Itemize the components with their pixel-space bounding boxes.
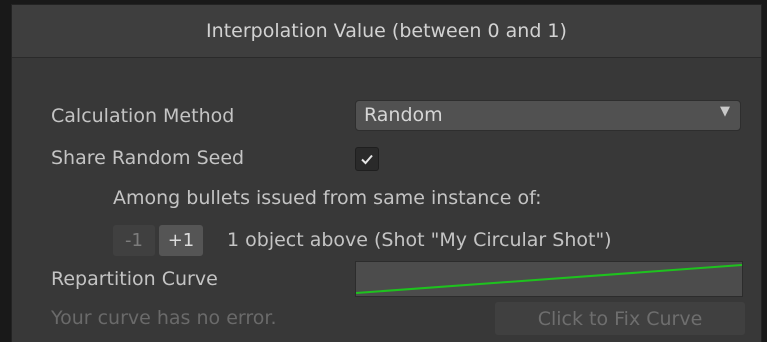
curve-line: [356, 264, 742, 294]
repartition-curve-label: Repartition Curve: [51, 268, 218, 290]
panel-header: Interpolation Value (between 0 and 1): [12, 5, 761, 58]
curve-preview: [356, 264, 742, 294]
share-random-seed-label: Share Random Seed: [51, 147, 245, 169]
fix-curve-label: Click to Fix Curve: [537, 307, 703, 330]
increment-label: +1: [167, 230, 195, 251]
panel-title: Interpolation Value (between 0 and 1): [206, 20, 567, 42]
seed-scope-target: 1 object above (Shot "My Circular Shot"): [227, 229, 612, 251]
calculation-method-value: Random: [364, 104, 443, 126]
fix-curve-button[interactable]: Click to Fix Curve: [495, 302, 745, 335]
chevron-down-icon: ▼: [720, 104, 730, 119]
decrement-button[interactable]: -1: [113, 225, 155, 256]
checkmark-icon: [361, 154, 373, 165]
interpolation-panel: Interpolation Value (between 0 and 1) Ca…: [11, 4, 762, 342]
calculation-method-label: Calculation Method: [51, 105, 235, 127]
repartition-curve-field[interactable]: [355, 261, 743, 297]
seed-scope-description: Among bullets issued from same instance …: [113, 187, 542, 209]
increment-button[interactable]: +1: [159, 225, 203, 256]
share-random-seed-checkbox[interactable]: [355, 147, 379, 171]
calculation-method-dropdown[interactable]: Random ▼: [355, 100, 741, 131]
curve-status-message: Your curve has no error.: [51, 307, 277, 329]
decrement-label: -1: [125, 230, 143, 251]
